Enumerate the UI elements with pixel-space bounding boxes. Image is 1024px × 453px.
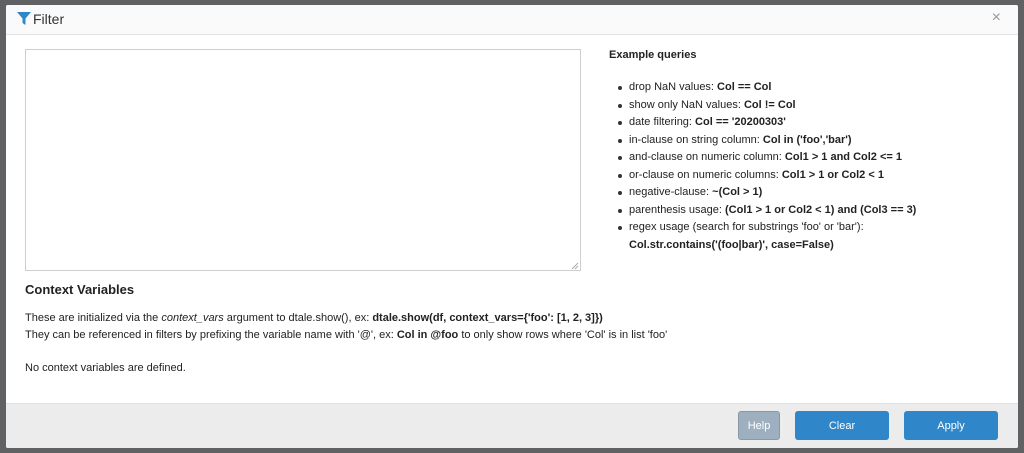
list-item: show only NaN values: Col != Col [609,97,1009,115]
list-item: date filtering: Col == '20200303' [609,114,1009,132]
context-line-2: They can be referenced in filters by pre… [25,329,668,341]
close-icon[interactable]: × [992,10,1001,26]
list-item: drop NaN values: Col == Col [609,79,1009,97]
list-item: and-clause on numeric column: Col1 > 1 a… [609,149,1009,167]
list-item: in-clause on string column: Col in ('foo… [609,132,1009,150]
apply-button[interactable]: Apply [904,411,998,440]
dialog-header: Filter × [6,5,1018,35]
list-item: or-clause on numeric columns: Col1 > 1 o… [609,167,1009,185]
clear-button[interactable]: Clear [795,411,889,440]
filter-icon [17,12,31,25]
context-line-1: These are initialized via the context_va… [25,312,603,324]
example-queries-heading: Example queries [609,49,697,61]
no-context-variables-text: No context variables are defined. [25,362,186,374]
query-input[interactable] [25,49,581,271]
resize-handle-icon[interactable] [569,260,579,270]
context-variables: Context Variables These are initialized … [25,282,1005,377]
list-item: negative-clause: ~(Col > 1) [609,184,1009,202]
list-item: regex usage (search for substrings 'foo'… [609,219,1009,254]
example-queries-list: drop NaN values: Col == Col show only Na… [609,79,1009,254]
example-queries: Example queries drop NaN values: Col == … [609,49,1009,254]
dialog-footer: Help Clear Apply [6,403,1018,448]
list-item: parenthesis usage: (Col1 > 1 or Col2 < 1… [609,202,1009,220]
context-variables-heading: Context Variables [25,282,135,297]
dialog-body: Example queries drop NaN values: Col == … [6,35,1018,403]
filter-dialog: Filter × Example queries drop NaN values… [6,5,1018,448]
dialog-title: Filter [33,11,65,27]
help-button[interactable]: Help [738,411,780,440]
